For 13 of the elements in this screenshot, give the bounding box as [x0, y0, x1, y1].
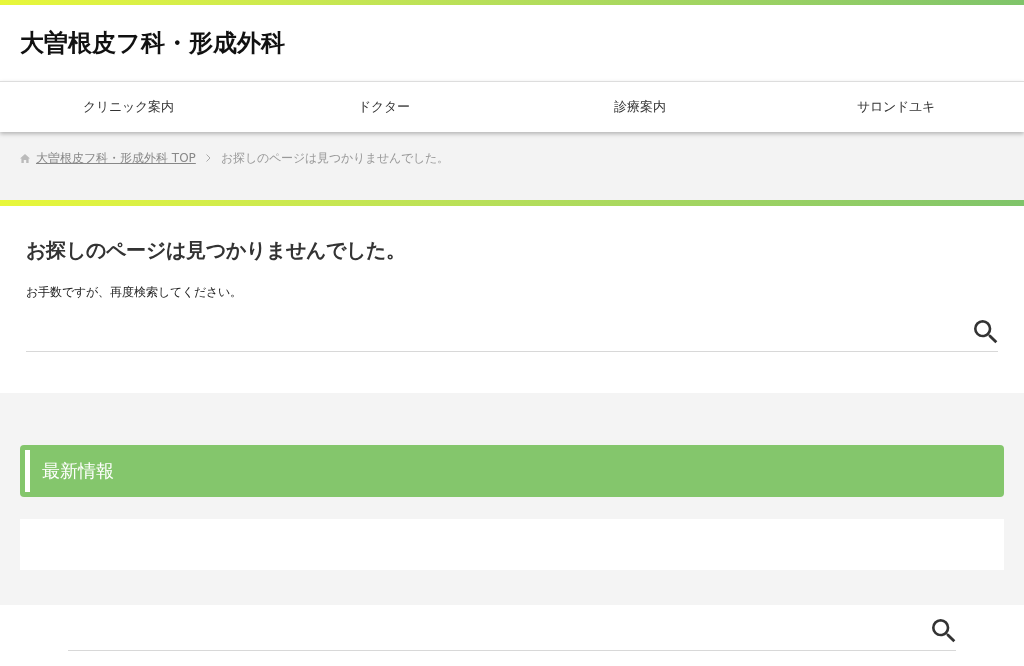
site-title[interactable]: 大曽根皮フ科・形成外科: [20, 31, 285, 55]
nav-link[interactable]: ドクター: [354, 97, 414, 117]
page-heading: お探しのページは見つかりませんでした。: [26, 237, 407, 264]
search-icon[interactable]: [932, 618, 956, 643]
search-icon[interactable]: [974, 319, 998, 344]
chevron-right-icon: [205, 154, 211, 162]
nav-link[interactable]: 診療案内: [610, 97, 670, 117]
breadcrumb-current: お探しのページは見つかりませんでした。: [220, 150, 449, 167]
nav-link[interactable]: サロンドユキ: [853, 97, 939, 117]
message-text: お手数ですが、再度検索してください。: [26, 284, 243, 300]
nav-link[interactable]: クリニック案内: [78, 97, 178, 117]
home-icon: [20, 153, 30, 163]
section-title: 最新情報: [42, 462, 114, 480]
